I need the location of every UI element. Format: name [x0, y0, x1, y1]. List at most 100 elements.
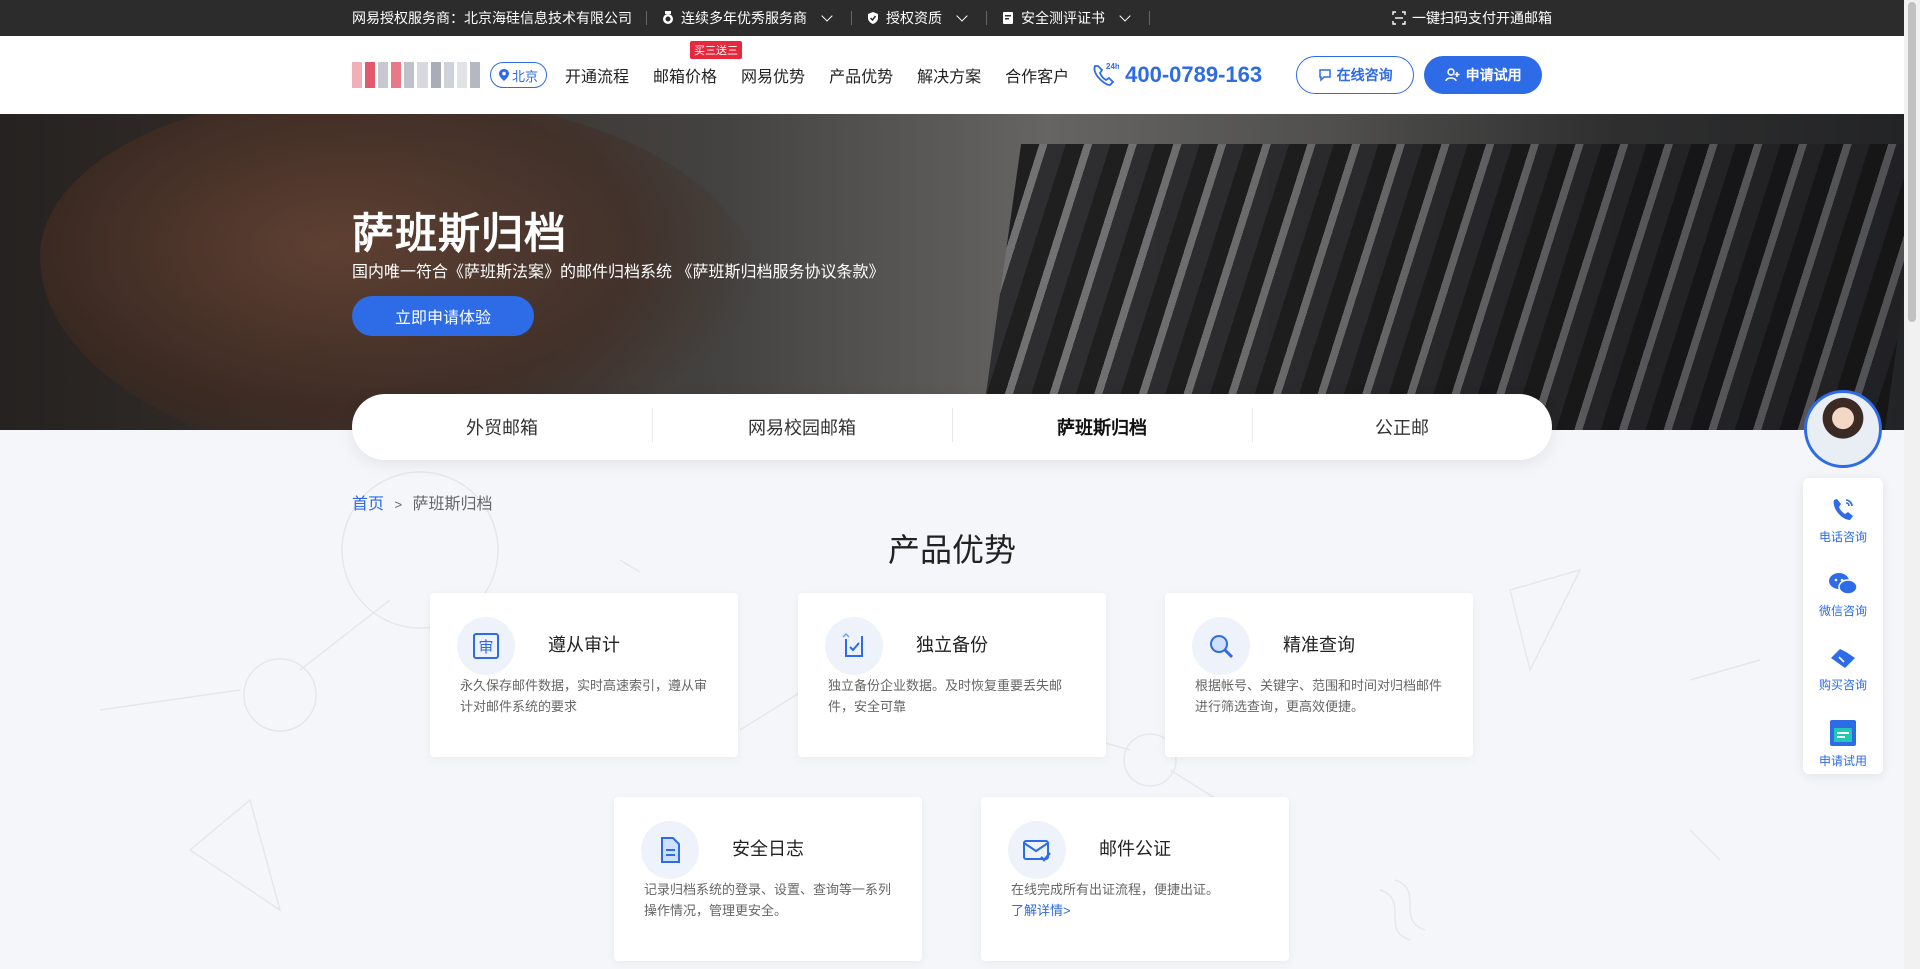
scan-pay-link[interactable]: 一键扫码支付开通邮箱 [1392, 8, 1552, 28]
scan-icon [1392, 11, 1406, 25]
vertical-scrollbar[interactable] [1904, 0, 1920, 969]
nav-label: 邮箱价格 [653, 69, 718, 86]
wechat-icon [1829, 573, 1858, 595]
hotline-number: 400-0789-163 [1125, 62, 1263, 87]
backup-icon [825, 617, 883, 675]
user-add-icon [1444, 68, 1460, 82]
search-icon [1192, 617, 1250, 675]
banner-subtitle: 国内唯一符合《萨班斯法案》的邮件归档系统 《萨班斯归档服务协议条款》 [352, 264, 885, 281]
svg-text:审: 审 [478, 638, 493, 656]
nav-item-advantages[interactable]: 网易优势 [741, 63, 805, 87]
certificate-icon [1003, 12, 1013, 24]
feature-title: 独立备份 [916, 635, 988, 655]
feature-title: 精准查询 [1283, 635, 1355, 655]
feature-desc: 根据帐号、关键字、范围和时间对归档邮件 进行筛选查询，更高效便捷。 [1195, 678, 1443, 714]
nav-label: 解决方案 [917, 69, 982, 86]
svg-text:24h: 24h [1106, 62, 1119, 71]
tab-sarbanes-archive[interactable]: 萨班斯归档 [952, 408, 1252, 442]
tab-campus-mail[interactable]: 网易校园邮箱 [652, 408, 952, 442]
online-consult-label: 在线咨询 [1336, 67, 1393, 83]
logo[interactable] [352, 57, 480, 93]
section-title: 产品优势 [887, 532, 1016, 568]
city-selector[interactable]: 北京 [490, 62, 548, 88]
side-item-label: 电话咨询 [1818, 530, 1867, 544]
audit-icon: 审 [457, 617, 515, 675]
feature-desc: 永久保存邮件数据，实时高速索引，遵从审计对邮件系统的要求 [460, 678, 708, 714]
side-item-label: 微信咨询 [1818, 604, 1867, 618]
learn-more-link[interactable]: 了解详情> [1011, 900, 1263, 921]
apply-experience-button[interactable]: 立即申请体验 [352, 296, 534, 336]
location-pin-icon [499, 69, 509, 81]
divider [646, 11, 647, 25]
medal-icon [663, 11, 673, 24]
apply-trial-button[interactable]: 申请试用 [1424, 56, 1543, 94]
feature-desc: 独立备份企业数据。及时恢复重要丢失邮件，安全可靠 [828, 678, 1063, 714]
divider [1149, 11, 1150, 25]
side-item-trial[interactable]: 申请试用 [1803, 718, 1883, 769]
mail-check-icon [1008, 821, 1066, 879]
excellent-provider-menu[interactable]: 连续多年优秀服务商 [661, 8, 837, 28]
feature-title: 遵从审计 [548, 635, 620, 655]
breadcrumb-separator: > [394, 497, 403, 512]
chat-icon [1318, 69, 1331, 82]
phone-icon [1833, 499, 1853, 520]
city-label: 北京 [512, 68, 539, 84]
authorized-provider-label: 网易授权服务商：北京海硅信息技术有限公司 [352, 10, 632, 26]
phone-24h-icon: 24h [1093, 62, 1119, 86]
nav-item-process[interactable]: 开通流程 [565, 63, 629, 87]
tab-notary-mail[interactable]: 公正邮 [1252, 408, 1552, 442]
nav-label: 网易优势 [741, 69, 806, 86]
side-item-wechat[interactable]: 微信咨询 [1803, 570, 1883, 619]
product-tabs: 外贸邮箱 网易校园邮箱 萨班斯归档 公正邮 [352, 394, 1552, 460]
side-contact-panel: 电话咨询 微信咨询 购买咨询 申请试用 [1803, 478, 1883, 774]
feature-card: 邮件公证 在线完成所有出证流程，便捷出证。 了解详情> [981, 797, 1289, 961]
feature-title: 邮件公证 [1099, 839, 1171, 859]
authorization-menu[interactable]: 授权资质 [866, 8, 972, 28]
nav-label: 开通流程 [565, 69, 630, 86]
promo-badge: 买三送三 [690, 41, 743, 59]
nav-label: 合作客户 [1005, 69, 1070, 86]
side-item-label: 申请试用 [1818, 754, 1867, 768]
customer-service-avatar[interactable] [1804, 390, 1882, 468]
nav-label: 产品优势 [829, 69, 894, 86]
tab-foreign-trade-mail[interactable]: 外贸邮箱 [352, 414, 652, 440]
online-consult-button[interactable]: 在线咨询 [1296, 56, 1415, 94]
feature-card: 独立备份 独立备份企业数据。及时恢复重要丢失邮件，安全可靠 [798, 593, 1106, 757]
scrollbar-thumb[interactable] [1908, 2, 1916, 322]
chevron-down-icon [821, 10, 833, 22]
feature-card: 审 遵从审计 永久保存邮件数据，实时高速索引，遵从审计对邮件系统的要求 [430, 593, 738, 757]
log-icon [641, 821, 699, 879]
side-item-label: 购买咨询 [1818, 678, 1867, 692]
excellent-provider-label: 连续多年优秀服务商 [681, 10, 807, 26]
feature-desc: 记录归档系统的登录、设置、查询等一系列操作情况，管理更安全。 [644, 882, 892, 918]
shield-icon [868, 12, 878, 24]
site-header: 北京 开通流程 邮箱价格 买三送三 网易优势 产品优势 解决方案 合作客户 24h… [0, 36, 1904, 114]
security-cert-label: 安全测评证书 [1021, 10, 1105, 26]
main-nav: 开通流程 邮箱价格 买三送三 网易优势 产品优势 解决方案 合作客户 [565, 41, 1069, 87]
top-bar: 网易授权服务商：北京海硅信息技术有限公司 连续多年优秀服务商 授权资质 安全测评… [0, 0, 1904, 36]
trial-icon [1830, 720, 1856, 746]
banner-title: 萨班斯归档 [352, 210, 568, 257]
breadcrumb: 首页 > 萨班斯归档 [352, 490, 493, 514]
hotline[interactable]: 24h 400-0789-163 [1089, 60, 1262, 90]
side-item-phone[interactable]: 电话咨询 [1803, 496, 1883, 545]
side-item-purchase[interactable]: 购买咨询 [1803, 644, 1883, 693]
nav-item-solutions[interactable]: 解决方案 [917, 63, 981, 87]
feature-card: 精准查询 根据帐号、关键字、范围和时间对归档邮件 进行筛选查询，更高效便捷。 [1165, 593, 1473, 757]
divider [851, 11, 852, 25]
breadcrumb-home-link[interactable]: 首页 [352, 496, 384, 513]
authorized-provider-text: 网易授权服务商：北京海硅信息技术有限公司 [352, 8, 632, 28]
authorization-label: 授权资质 [886, 10, 942, 26]
chevron-down-icon [1119, 10, 1131, 22]
security-cert-menu[interactable]: 安全测评证书 [1001, 8, 1135, 28]
feature-desc-text: 在线完成所有出证流程，便捷出证。 [1011, 882, 1220, 897]
hero-banner: 萨班斯归档 国内唯一符合《萨班斯法案》的邮件归档系统 《萨班斯归档服务协议条款》… [0, 114, 1904, 430]
scan-pay-label: 一键扫码支付开通邮箱 [1412, 10, 1552, 26]
banner-overlay [0, 114, 1904, 430]
nav-item-pricing[interactable]: 邮箱价格 买三送三 [653, 41, 743, 87]
nav-item-product-advantages[interactable]: 产品优势 [829, 63, 893, 87]
feature-desc: 在线完成所有出证流程，便捷出证。 了解详情> [1011, 879, 1263, 921]
feature-title: 安全日志 [732, 839, 804, 859]
nav-item-customers[interactable]: 合作客户 [1005, 63, 1069, 87]
divider [986, 11, 987, 25]
